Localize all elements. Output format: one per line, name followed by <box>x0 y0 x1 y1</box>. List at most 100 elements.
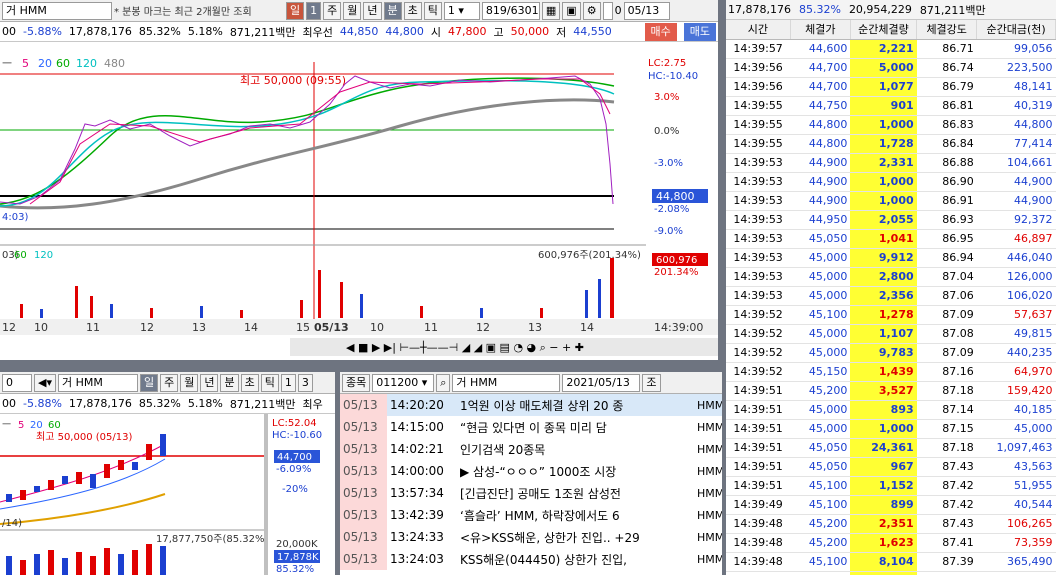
tick-row[interactable]: 14:39:51 45,100 1,152 87.42 51,955 <box>726 476 1056 496</box>
tick-row[interactable]: 14:39:52 45,000 1,107 87.08 49,815 <box>726 324 1056 344</box>
news-row[interactable]: 05/13 13:57:34 [긴급진단] 공매도 1조원 삼성전 HMM <box>340 482 722 504</box>
volume-value: 17,878,176 <box>68 397 132 410</box>
zero-label: 0 <box>614 4 622 17</box>
tick-time: 14:39:56 <box>726 58 791 78</box>
news-stock-input[interactable]: 거 HMM <box>452 373 561 392</box>
tab-1[interactable]: 1 <box>306 1 322 20</box>
news-query-button[interactable]: 조 <box>642 373 661 392</box>
tick-time: 14:39:53 <box>726 210 791 230</box>
daily-tab-day[interactable]: 일 <box>139 373 159 392</box>
tab-second[interactable]: 초 <box>403 1 422 20</box>
tick-row[interactable]: 14:39:51 45,000 1,000 87.15 45,000 <box>726 419 1056 439</box>
daily-tab-minute[interactable]: 분 <box>220 373 239 392</box>
tick-row[interactable]: 14:39:53 45,050 1,041 86.95 46,897 <box>726 229 1056 249</box>
tick-time: 14:39:53 <box>726 267 791 287</box>
news-row[interactable]: 05/13 14:00:00 ▶ 삼성-“ㅇㅇㅇ” 1000조 시장 HMM <box>340 460 722 482</box>
tick-row[interactable]: 14:39:4845,1502,00087.4790,300 <box>726 571 1056 575</box>
daily-tab-tick[interactable]: 틱 <box>260 373 279 392</box>
daily-tab-month[interactable]: 월 <box>180 373 199 392</box>
ticks-panel: 17,878,176 85.32% 20,954,229 871,211백만 시… <box>726 0 1056 575</box>
scroll-controls-icon[interactable]: ◀ ■ ▶ ▶| ⊢—┼——⊣ ◢ ◢ ▣ ▤ ◔ ◕ ⌕ − + ✚ <box>346 340 584 354</box>
tick-row[interactable]: 14:39:56 44,700 1,077 86.79 48,141 <box>726 77 1056 97</box>
tick-volume: 2,000 <box>850 571 917 575</box>
tick-price: 45,050 <box>790 438 851 458</box>
tick-row[interactable]: 14:39:52 45,150 1,439 87.16 64,970 <box>726 362 1056 382</box>
tab-tick[interactable]: 틱 <box>423 1 442 20</box>
tick-row[interactable]: 14:39:53 44,950 2,055 86.93 92,372 <box>726 210 1056 230</box>
tick-row[interactable]: 14:39:48 45,200 1,623 87.41 73,359 <box>726 533 1056 553</box>
daily-tab-week[interactable]: 주 <box>160 373 179 392</box>
ticks-header[interactable]: 체결가 <box>790 20 851 40</box>
tick-strength: 87.43 <box>916 457 977 477</box>
news-date-input[interactable]: 2021/05/13 <box>562 373 641 392</box>
tick-strength: 87.18 <box>916 381 977 401</box>
tick-row[interactable]: 14:39:52 45,100 1,278 87.09 57,637 <box>726 305 1056 325</box>
open-value: 00 <box>2 397 16 410</box>
ticks-header[interactable]: 체결강도 <box>916 20 978 40</box>
tab-year[interactable]: 년 <box>363 1 382 20</box>
daily-tab-second[interactable]: 초 <box>240 373 259 392</box>
tick-time: 14:39:53 <box>726 286 791 306</box>
tick-row[interactable]: 14:39:53 45,000 9,912 86.94 446,040 <box>726 248 1056 268</box>
tick-row[interactable]: 14:39:53 45,000 2,356 87.06 106,020 <box>726 286 1056 306</box>
news-row[interactable]: 05/13 14:15:00 “현금 있다면 이 종목 미리 담 HMM <box>340 416 722 438</box>
interval-select[interactable]: 1 ▾ <box>443 1 480 20</box>
tick-row[interactable]: 14:39:53 44,900 2,331 86.88 104,661 <box>726 153 1056 173</box>
news-title: “현금 있다면 이 종목 미리 담 <box>460 420 607 435</box>
daily-num-3[interactable]: 3 <box>297 373 313 392</box>
date-input[interactable]: 05/13 <box>623 1 670 20</box>
high-price: 50,000 <box>510 25 550 38</box>
tab-week[interactable]: 주 <box>323 1 342 20</box>
tick-row[interactable]: 14:39:55 44,750 901 86.81 40,319 <box>726 96 1056 116</box>
tab-minute[interactable]: 분 <box>383 1 402 20</box>
daily-stock-input[interactable]: 거 HMM <box>57 373 138 392</box>
speaker-icon[interactable]: ◀▾ <box>34 373 56 392</box>
daily-tab-year[interactable]: 년 <box>200 373 219 392</box>
tick-row[interactable]: 14:39:56 44,700 5,000 86.74 223,500 <box>726 58 1056 78</box>
x-tick: 14 <box>580 321 594 334</box>
tick-row[interactable]: 14:39:52 45,000 9,783 87.09 440,235 <box>726 343 1056 363</box>
tick-row[interactable]: 14:39:53 44,900 1,000 86.90 44,900 <box>726 172 1056 192</box>
daily-chart-svg[interactable]: ㅡ 5 20 60 최고 50,000 (05/13) /14) 17,877,… <box>0 414 335 575</box>
tick-row[interactable]: 14:39:51 45,050 24,361 87.18 1,097,463 <box>726 438 1056 458</box>
tick-row[interactable]: 14:39:53 44,900 1,000 86.91 44,900 <box>726 191 1056 211</box>
tick-row[interactable]: 14:39:51 45,050 967 87.43 43,563 <box>726 457 1056 477</box>
tick-volume: 8,104 <box>850 552 917 572</box>
tick-row[interactable]: 14:39:57 44,600 2,221 86.71 99,056 <box>726 39 1056 59</box>
tick-row[interactable]: 14:39:51 45,200 3,527 87.18 159,420 <box>726 381 1056 401</box>
save-icon[interactable]: ▣ <box>562 1 581 20</box>
tick-row[interactable]: 14:39:48 45,200 2,351 87.43 106,265 <box>726 514 1056 534</box>
tick-row[interactable]: 14:39:49 45,100 899 87.42 40,544 <box>726 495 1056 515</box>
daily-num-1[interactable]: 1 <box>280 373 296 392</box>
stock-search-input[interactable]: 거 HMM <box>2 1 112 20</box>
tick-row[interactable]: 14:39:51 45,000 893 87.14 40,185 <box>726 400 1056 420</box>
tick-time: 14:39:48 <box>726 514 791 534</box>
tick-amount: 92,372 <box>976 210 1056 230</box>
gear-icon[interactable]: ⚙ <box>582 1 601 20</box>
lc-label: LC:2.75 <box>648 58 686 69</box>
ticks-header[interactable]: 순간대금(천) <box>976 20 1056 40</box>
tick-row[interactable]: 14:39:55 44,800 1,000 86.83 44,800 <box>726 115 1056 135</box>
ticks-header[interactable]: 순간체결량 <box>850 20 918 40</box>
tab-month[interactable]: 월 <box>343 1 362 20</box>
intraday-chart-svg[interactable]: ㅡ 5 20 60 120 480 최고 50,000 (09:55) 4:03… <box>0 54 718 360</box>
news-row[interactable]: 05/13 13:42:39 ‘흠슬라’ HMM, 하락장에서도 6 HMM <box>340 504 722 526</box>
settings-grid-icon[interactable]: ▦ <box>541 1 561 20</box>
tick-row[interactable]: 14:39:48 45,100 8,104 87.39 365,490 <box>726 552 1056 572</box>
news-search-icon[interactable]: ⌕ <box>436 373 451 392</box>
bid-value: 44,800 <box>385 25 424 38</box>
sell-button[interactable]: 매도 <box>683 22 716 41</box>
zero-checkbox[interactable] <box>602 1 613 20</box>
news-row[interactable]: 05/13 13:24:03 KSS해운(044450) 상한가 진입, HMM <box>340 548 722 570</box>
buy-button[interactable]: 매수 <box>644 22 677 41</box>
ticks-header[interactable]: 시간 <box>726 20 791 40</box>
tab-day[interactable]: 일 <box>286 1 305 20</box>
tick-time: 14:39:48 <box>726 571 791 575</box>
tick-row[interactable]: 14:39:55 44,800 1,728 86.84 77,414 <box>726 134 1056 154</box>
news-row[interactable]: 05/13 14:02:21 인기검색 20종목 HMM <box>340 438 722 460</box>
news-row[interactable]: 05/13 13:24:33 <유>KSS해운, 상한가 진입.. +29 HMM <box>340 526 722 548</box>
daily-zero-select[interactable]: 0 <box>2 373 32 392</box>
tick-row[interactable]: 14:39:53 45,000 2,800 87.04 126,000 <box>726 267 1056 287</box>
news-code-input[interactable]: 011200 ▾ <box>372 373 435 392</box>
news-row[interactable]: 05/13 14:20:20 1억원 이상 매도체결 상위 20 종 HMM <box>340 394 722 416</box>
